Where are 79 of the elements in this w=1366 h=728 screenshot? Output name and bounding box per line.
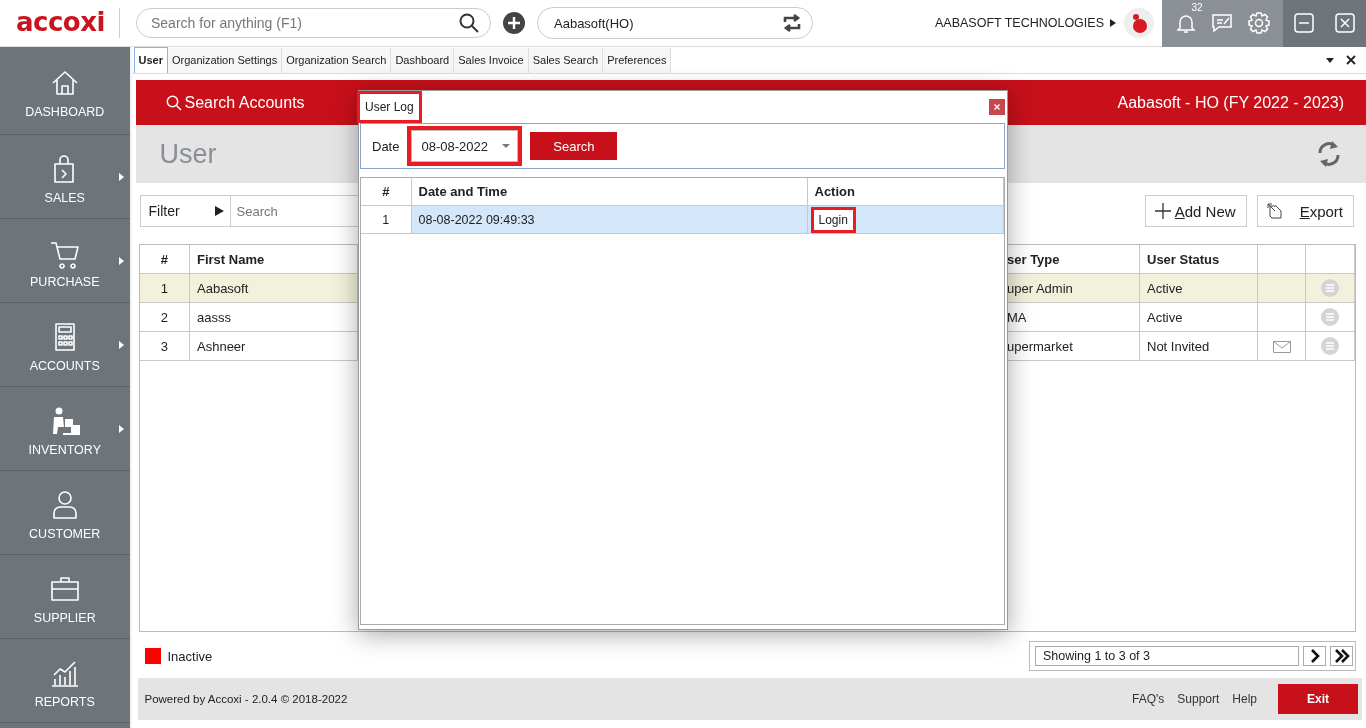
sidebar-item[interactable]: DASHBOARD [0, 47, 130, 135]
mail-icon[interactable] [1272, 341, 1291, 354]
sidebar-item[interactable]: SALES [0, 135, 130, 219]
swap-icon[interactable] [782, 14, 802, 32]
column-header: # [361, 178, 411, 206]
dropdown-caret-icon [502, 144, 511, 148]
refresh-icon[interactable] [1316, 139, 1342, 169]
column-header: First Name [189, 245, 358, 274]
bell-icon[interactable] [1175, 12, 1196, 34]
accoxi-logo: accoxi [0, 8, 120, 38]
sidebar-item[interactable]: CUSTOMER [0, 471, 130, 555]
table-cell: 2 [139, 302, 190, 332]
close-icon[interactable] [1335, 13, 1356, 33]
table-cell: 08-08-2022 09:49:33 [411, 205, 807, 234]
table-cell: 1 [139, 273, 190, 303]
footer-link[interactable]: Help [1232, 692, 1257, 706]
table-cell: Ashneer [189, 331, 358, 361]
sidebar-item[interactable]: PURCHASE [0, 219, 130, 303]
table-cell: 1 [361, 205, 411, 234]
last-page-button[interactable] [1330, 646, 1353, 666]
company-menu[interactable]: AABASOFT TECHNOLOGIES [934, 16, 1116, 30]
exit-button[interactable]: Exit [1278, 684, 1358, 714]
tab[interactable]: Organization Settings [167, 47, 283, 73]
caret-icon [1110, 19, 1116, 27]
avatar-icon[interactable] [1124, 8, 1154, 38]
organization-title: Aabasoft - HO (FY 2022 - 2023) [1117, 93, 1344, 112]
date-label: Date [372, 138, 400, 154]
double-chevron-right-icon [1333, 649, 1350, 663]
tab[interactable]: User [133, 47, 168, 73]
export-icon [1265, 202, 1284, 220]
tab[interactable]: Organization Search [282, 47, 392, 73]
tab[interactable]: Sales Invoice [454, 47, 529, 73]
table-cell: Login [810, 206, 856, 233]
sidebar-item[interactable]: SUPPLIER [0, 555, 130, 639]
add-icon[interactable] [502, 11, 526, 35]
notification-count: 32 [1191, 2, 1203, 13]
date-field[interactable]: 08-08-2022 [407, 126, 523, 166]
tab[interactable]: Preferences [603, 47, 672, 73]
search-icon [165, 94, 182, 111]
tab[interactable]: Sales Search [528, 47, 604, 73]
sidebar-item[interactable]: ACCOUNTS [0, 303, 130, 387]
search-accounts-link[interactable]: Search Accounts [165, 93, 305, 112]
footer-link[interactable]: FAQ's [1132, 692, 1165, 706]
close-icon [994, 104, 1000, 110]
table-cell: Not Invited [1139, 331, 1258, 361]
column-header: # [139, 245, 190, 274]
table-row[interactable]: 1 08-08-2022 09:49:33 Login [361, 205, 1004, 234]
play-arrow-icon [214, 206, 224, 216]
legend-label: Inactive [167, 648, 213, 664]
chevron-right-icon [1309, 649, 1320, 663]
pagination-info: Showing 1 to 3 of 3 [1035, 646, 1299, 666]
close-tab-icon[interactable] [1346, 55, 1356, 65]
add-new-button[interactable]: Add New [1144, 195, 1247, 227]
table-cell: 3 [139, 331, 190, 361]
column-header: Action [807, 178, 1004, 206]
search-field[interactable]: Search for anything (F1) [136, 8, 491, 38]
dropdown-caret-icon[interactable] [1326, 57, 1334, 63]
plus-icon [1153, 202, 1172, 220]
column-header: Date and Time [411, 178, 807, 206]
search-button[interactable]: Search [530, 132, 618, 160]
table-cell: aasss [189, 302, 358, 332]
table-cell: Active [1139, 302, 1258, 332]
column-header: User Status [1139, 245, 1258, 274]
sidebar-item[interactable]: REPORTS [0, 639, 130, 723]
next-page-button[interactable] [1303, 646, 1326, 666]
search-icon[interactable] [459, 13, 479, 33]
page-title: User [159, 138, 217, 170]
minimize-icon[interactable] [1293, 13, 1314, 33]
powered-by-text: Powered by Accoxi - 2.0.4 © 2018-2022 [144, 693, 348, 705]
sidebar-item[interactable]: INVENTORY [0, 387, 130, 471]
tab[interactable]: Dashboard [391, 47, 455, 73]
table-cell: Aabasoft [189, 273, 358, 303]
table-cell: Active [1139, 273, 1258, 303]
filter-dropdown[interactable]: Filter [139, 195, 231, 227]
export-button[interactable]: Export [1256, 195, 1354, 227]
close-button[interactable] [989, 99, 1005, 115]
settings-icon[interactable] [1247, 12, 1270, 34]
footer-link[interactable]: Support [1177, 692, 1220, 706]
chat-icon[interactable] [1210, 13, 1233, 33]
